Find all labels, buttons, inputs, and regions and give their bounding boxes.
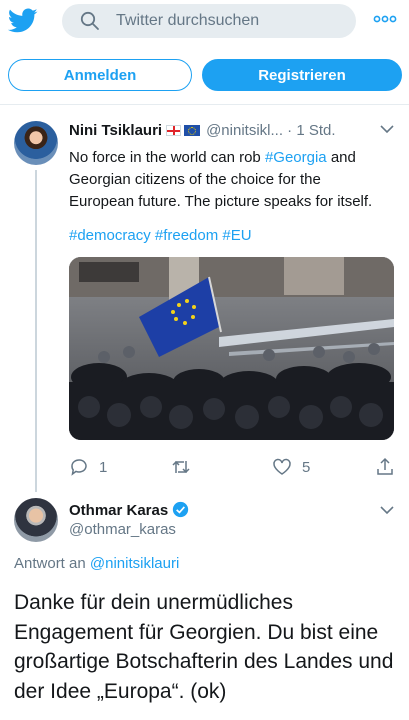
tweet-time[interactable]: 1 Std. <box>296 122 335 139</box>
author-avatar[interactable] <box>14 121 58 165</box>
reply-author-handle[interactable]: @othmar_karas <box>69 521 176 538</box>
search-icon <box>80 11 99 30</box>
author-handle[interactable]: @ninitsikl... <box>206 122 283 139</box>
chevron-down-icon[interactable] <box>380 505 394 515</box>
share-icon <box>377 457 393 475</box>
reply-text: Danke für dein unermüdliches Engagement … <box>14 591 394 703</box>
like-count: 5 <box>302 458 311 476</box>
twitter-bird-icon[interactable] <box>8 8 38 34</box>
reply-icon <box>71 459 87 476</box>
reply-action[interactable]: 1 <box>69 456 107 478</box>
top-bar <box>0 0 409 44</box>
more-dots-icon[interactable] <box>372 12 398 26</box>
reply-author-avatar[interactable] <box>14 498 58 542</box>
share-action[interactable] <box>375 456 395 478</box>
retweet-action[interactable] <box>171 456 201 478</box>
reply-to-line: Antwort an @ninitsiklauri <box>14 555 179 572</box>
tweet-hashtags[interactable]: #democracy #freedom #EU <box>69 225 389 247</box>
search-input[interactable] <box>116 4 346 38</box>
separator-dot: · <box>287 122 293 139</box>
reply-to-label: Antwort an <box>14 555 86 572</box>
reply-author[interactable]: Othmar Karas <box>69 501 189 519</box>
protest-photo-image <box>69 257 394 440</box>
retweet-icon <box>172 460 190 474</box>
chevron-down-icon[interactable] <box>380 124 394 134</box>
tweet-header: Nini Tsiklauri @ninitsikl... · 1 Std. <box>69 122 369 142</box>
flag-eu-icon <box>184 125 201 136</box>
tweet-actions: 1 5 <box>69 456 399 480</box>
reply-count: 1 <box>99 458 108 476</box>
divider <box>0 104 409 105</box>
like-action[interactable]: 5 <box>272 456 310 478</box>
auth-bar: Anmelden Registrieren <box>0 56 409 96</box>
reply-to-handle-link[interactable]: @ninitsiklauri <box>90 555 179 572</box>
tweet-text-part1: No force in the world can rob <box>69 149 265 166</box>
like-icon <box>273 458 291 475</box>
tweet-text: No force in the world can rob #Georgia a… <box>69 147 389 213</box>
verified-badge-icon <box>173 501 189 518</box>
tweet-photo[interactable] <box>69 257 394 440</box>
signup-button[interactable]: Registrieren <box>202 59 402 91</box>
reply-author-name[interactable]: Othmar Karas <box>69 502 168 519</box>
hashtag-link[interactable]: #Georgia <box>265 149 327 166</box>
thread-connector <box>35 170 37 492</box>
search-bar[interactable] <box>62 4 356 38</box>
flag-georgia-icon <box>166 125 182 136</box>
author-name[interactable]: Nini Tsiklauri <box>69 122 162 139</box>
login-button[interactable]: Anmelden <box>8 59 192 91</box>
